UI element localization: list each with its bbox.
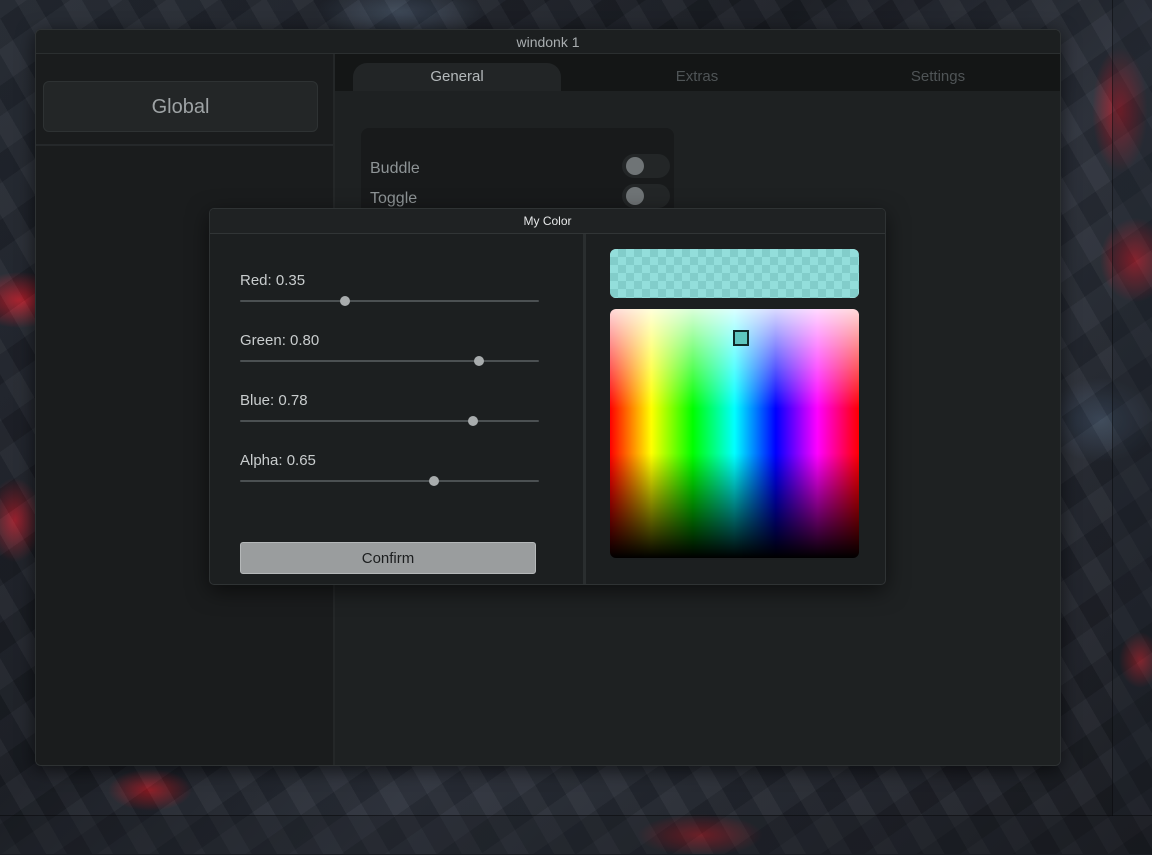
tab-extras[interactable]: Extras bbox=[593, 63, 801, 91]
alpha-slider-label: Alpha: 0.65 bbox=[240, 452, 316, 469]
tab-settings[interactable]: Settings bbox=[834, 63, 1042, 91]
alpha-slider-group: Alpha: 0.65 bbox=[240, 451, 539, 486]
red-slider-label: Red: 0.35 bbox=[240, 272, 306, 289]
window-title[interactable]: windonk 1 bbox=[36, 30, 1060, 54]
color-preview-fill bbox=[610, 249, 859, 298]
green-slider-thumb[interactable] bbox=[474, 356, 485, 366]
red-slider[interactable] bbox=[240, 296, 539, 306]
buddle-toggle[interactable] bbox=[622, 154, 670, 178]
color-spectrum-picker[interactable] bbox=[610, 309, 859, 558]
green-slider[interactable] bbox=[240, 356, 539, 366]
red-slider-group: Red: 0.35 bbox=[240, 271, 539, 306]
alpha-slider[interactable] bbox=[240, 476, 539, 486]
buddle-label: Buddle bbox=[370, 160, 420, 177]
toggle-knob bbox=[626, 157, 644, 175]
toggle-switch[interactable] bbox=[622, 184, 670, 208]
color-preview-swatch bbox=[610, 249, 859, 298]
blue-slider[interactable] bbox=[240, 416, 539, 426]
global-button[interactable]: Global bbox=[43, 81, 318, 132]
toggle-knob bbox=[626, 187, 644, 205]
tab-general[interactable]: General bbox=[353, 63, 561, 91]
sidebar-divider bbox=[36, 144, 333, 146]
desktop-panel-edge bbox=[1112, 0, 1152, 816]
blue-slider-label: Blue: 0.78 bbox=[240, 392, 308, 409]
color-picker-dialog: My Color Red: 0.35 Green: 0.80 Blue: 0.7… bbox=[209, 208, 886, 585]
red-slider-thumb[interactable] bbox=[339, 296, 350, 306]
spectrum-cursor[interactable] bbox=[733, 330, 749, 346]
green-slider-group: Green: 0.80 bbox=[240, 331, 539, 366]
blue-slider-group: Blue: 0.78 bbox=[240, 391, 539, 426]
blue-slider-thumb[interactable] bbox=[468, 416, 479, 426]
dialog-title[interactable]: My Color bbox=[210, 209, 885, 234]
settings-card: Buddle Toggle bbox=[361, 128, 674, 218]
toggle-label: Toggle bbox=[370, 190, 418, 207]
desktop-taskbar-edge bbox=[0, 815, 1152, 855]
confirm-button[interactable]: Confirm bbox=[240, 542, 536, 574]
color-sliders-panel: Red: 0.35 Green: 0.80 Blue: 0.78 Alpha: … bbox=[210, 234, 583, 584]
tab-bar: General Extras Settings bbox=[335, 54, 1060, 91]
dialog-divider bbox=[583, 234, 586, 584]
alpha-slider-thumb[interactable] bbox=[429, 476, 440, 486]
green-slider-label: Green: 0.80 bbox=[240, 332, 320, 349]
